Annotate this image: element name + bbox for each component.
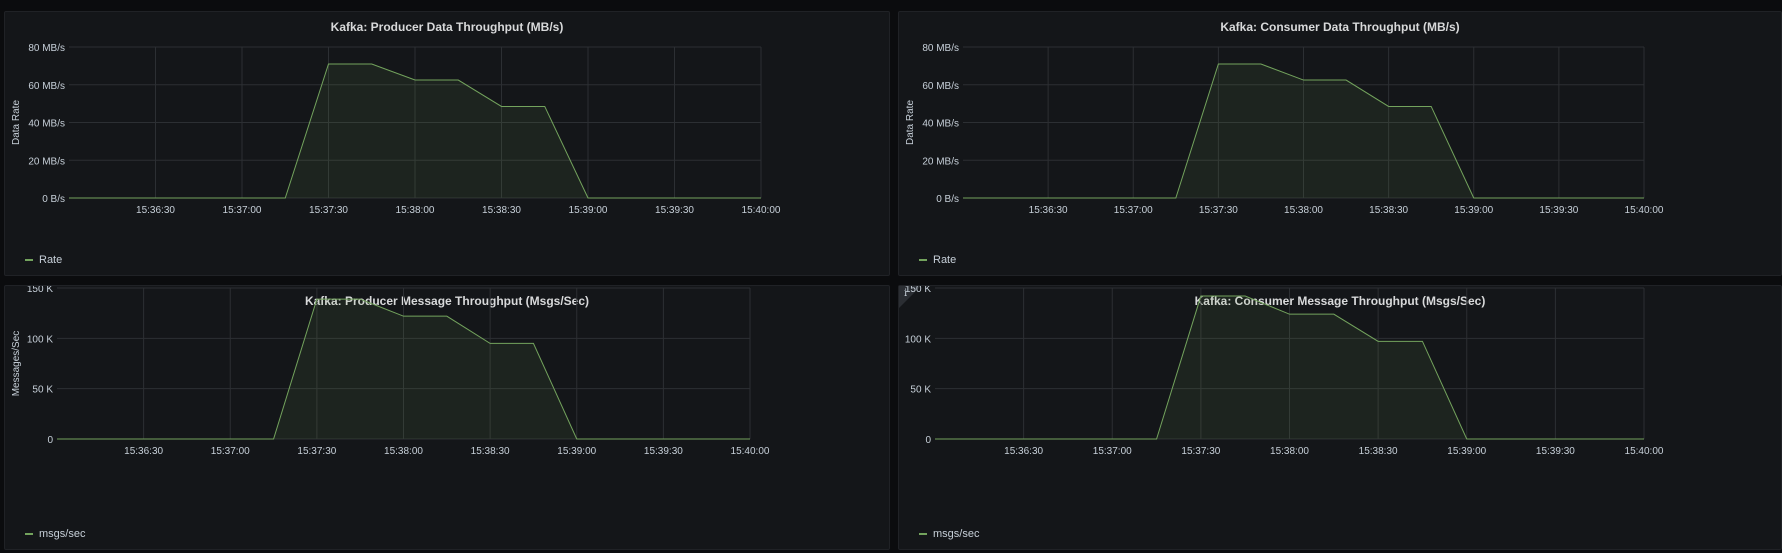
y-tick-label: 60 MB/s (922, 81, 959, 92)
producer-data-throughput-chart[interactable]: 0 B/s 20 MB/s 40 MB/s 60 MB/s 80 MB/s 15:36:3… (5, 12, 891, 277)
x-tick-label: 15:39:00 (1454, 205, 1493, 216)
x-tick-label: 15:39:00 (1447, 446, 1486, 457)
legend-label[interactable]: Rate (39, 254, 62, 266)
x-tick-label: 15:39:00 (569, 205, 608, 216)
legend-swatch (919, 533, 927, 535)
y-axis-label: Data Rate (11, 100, 22, 145)
x-tick-label: 15:38:00 (384, 446, 423, 457)
legend-swatch (25, 533, 33, 535)
y-axis-label: Messages/Sec (11, 331, 22, 397)
y-tick-label: 40 MB/s (922, 119, 959, 130)
y-tick-label: 150 K (905, 286, 931, 295)
x-tick-label: 15:38:30 (1359, 446, 1398, 457)
legend-label[interactable]: Rate (933, 254, 956, 266)
legend[interactable]: Rate (25, 254, 62, 266)
y-tick-label: 0 B/s (42, 194, 65, 205)
x-tick-label: 15:40:00 (1625, 205, 1664, 216)
series-area (963, 63, 1644, 198)
x-tick-label: 15:38:30 (482, 205, 521, 216)
consumer-data-throughput-panel[interactable]: Kafka: Consumer Data Throughput (MB/s) 0… (898, 11, 1782, 276)
x-tick-label: 15:37:00 (211, 446, 250, 457)
x-tick-label: 15:37:30 (309, 205, 348, 216)
series-area (69, 63, 761, 198)
y-tick-label: 40 MB/s (28, 119, 65, 130)
x-tick-label: 15:37:30 (297, 446, 336, 457)
producer-message-throughput-panel[interactable]: Kafka: Producer Message Throughput (Msgs… (4, 285, 890, 550)
consumer-message-throughput-panel[interactable]: i Kafka: Consumer Message Throughput (Ms… (898, 285, 1782, 550)
x-tick-label: 15:37:00 (1114, 205, 1153, 216)
y-tick-label: 20 MB/s (922, 156, 959, 167)
x-tick-label: 15:39:30 (655, 205, 694, 216)
x-tick-label: 15:39:30 (1539, 205, 1578, 216)
x-tick-label: 15:38:00 (396, 205, 435, 216)
y-tick-label: 80 MB/s (28, 43, 65, 54)
series-area (935, 296, 1644, 439)
x-tick-label: 15:37:30 (1199, 205, 1238, 216)
x-tick-label: 15:36:30 (124, 446, 163, 457)
x-tick-label: 15:38:30 (1369, 205, 1408, 216)
legend[interactable]: msgs/sec (25, 528, 85, 540)
x-tick-label: 15:37:00 (223, 205, 262, 216)
consumer-data-throughput-chart[interactable]: 0 B/s 20 MB/s 40 MB/s 60 MB/s 80 MB/s 15:36:3… (899, 12, 1782, 277)
legend[interactable]: msgs/sec (919, 528, 979, 540)
x-tick-label: 15:36:30 (1029, 205, 1068, 216)
x-tick-label: 15:37:00 (1093, 446, 1132, 457)
y-tick-label: 20 MB/s (28, 156, 65, 167)
y-tick-label: 50 K (32, 385, 53, 396)
y-tick-label: 0 (925, 435, 931, 446)
legend-swatch (25, 259, 33, 261)
legend-swatch (919, 259, 927, 261)
x-tick-label: 15:40:00 (731, 446, 770, 457)
x-tick-label: 15:38:00 (1270, 446, 1309, 457)
y-tick-label: 100 K (27, 334, 53, 345)
x-tick-label: 15:36:30 (136, 205, 175, 216)
y-tick-label: 150 K (27, 286, 53, 295)
series-area (57, 299, 750, 439)
x-tick-label: 15:40:00 (742, 205, 781, 216)
y-tick-label: 50 K (910, 385, 931, 396)
x-tick-label: 15:39:30 (1536, 446, 1575, 457)
x-tick-label: 15:39:00 (557, 446, 596, 457)
y-tick-label: 80 MB/s (922, 43, 959, 54)
x-tick-label: 15:39:30 (644, 446, 683, 457)
legend-label[interactable]: msgs/sec (933, 528, 979, 540)
legend-label[interactable]: msgs/sec (39, 528, 85, 540)
y-tick-label: 0 B/s (936, 194, 959, 205)
y-tick-label: 60 MB/s (28, 81, 65, 92)
x-tick-label: 15:36:30 (1004, 446, 1043, 457)
legend[interactable]: Rate (919, 254, 956, 266)
y-axis-label: Data Rate (905, 100, 916, 145)
y-tick-label: 0 (47, 435, 53, 446)
x-tick-label: 15:38:30 (471, 446, 510, 457)
producer-message-throughput-chart[interactable]: 0 50 K 100 K 150 K 15:36:30 15:37:00 15:37:30 1… (5, 286, 891, 551)
x-tick-label: 15:37:30 (1181, 446, 1220, 457)
producer-data-throughput-panel[interactable]: Kafka: Producer Data Throughput (MB/s) 0… (4, 11, 890, 276)
consumer-message-throughput-chart[interactable]: 0 50 K 100 K 150 K 15:36:30 15:37:00 15:37:30 1… (899, 286, 1782, 551)
x-tick-label: 15:40:00 (1625, 446, 1664, 457)
y-tick-label: 100 K (905, 334, 931, 345)
x-tick-label: 15:38:00 (1284, 205, 1323, 216)
